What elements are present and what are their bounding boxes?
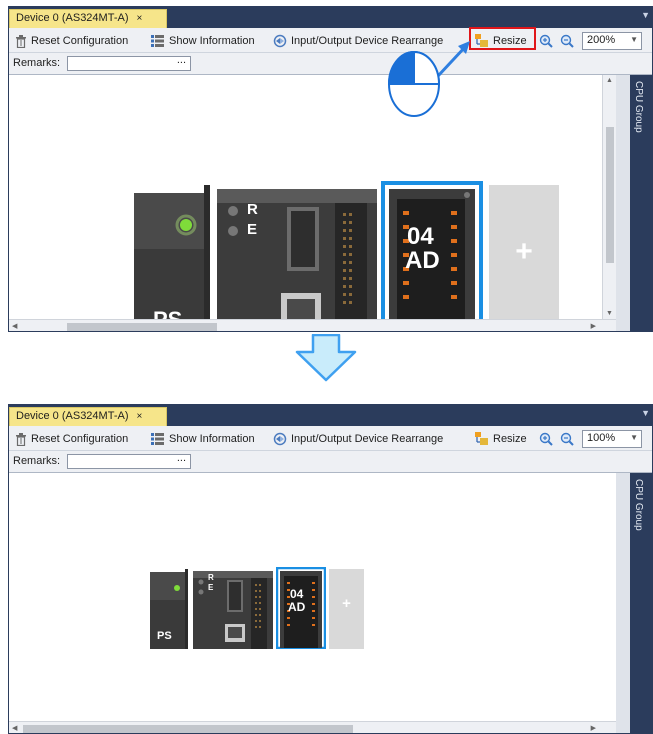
chevron-down-icon: ▼ xyxy=(630,433,638,442)
cpu-module[interactable] xyxy=(193,568,275,649)
rearrange-icon xyxy=(273,432,287,446)
cpu-group-label: CPU Group xyxy=(633,81,644,133)
mouse-icon xyxy=(387,41,470,117)
show-information-button[interactable]: Show Information xyxy=(151,33,255,49)
remarks-input[interactable]: ... xyxy=(67,54,191,71)
tab-device-0[interactable]: Device 0 (AS324MT-A) × xyxy=(9,9,167,28)
io-device-rearrange-label: Input/Output Device Rearrange xyxy=(291,433,444,445)
cpu-group-panel[interactable]: CPU Group xyxy=(630,75,652,331)
module-04-label: 04 xyxy=(290,587,304,601)
horizontal-scroll-thumb[interactable] xyxy=(67,323,217,331)
tab-close-button[interactable]: × xyxy=(136,13,142,24)
module-ad-label: AD xyxy=(288,600,306,614)
power-led-icon xyxy=(174,585,180,591)
module-ad-label: AD xyxy=(405,247,440,274)
scroll-left-icon[interactable]: ◀ xyxy=(12,724,17,732)
cpu-r-label: R xyxy=(247,201,258,218)
list-icon xyxy=(151,433,164,445)
cpu-e-label: E xyxy=(247,221,258,238)
tab-close-button[interactable]: × xyxy=(136,411,142,422)
cpu-group-label: CPU Group xyxy=(633,479,644,531)
zoom-select[interactable]: 100% ▼ xyxy=(582,430,642,448)
cpu-e-label: E xyxy=(208,583,214,592)
remarks-label: Remarks: xyxy=(13,455,61,467)
plus-icon: + xyxy=(342,595,351,612)
remarks-row: Remarks: ... xyxy=(9,53,652,75)
arrow-down-icon xyxy=(295,334,357,382)
zoom-select[interactable]: 200% ▼ xyxy=(582,32,642,50)
zoom-in-icon xyxy=(539,34,553,48)
reset-configuration-button[interactable]: Reset Configuration xyxy=(15,431,128,447)
rearrange-icon xyxy=(273,34,287,48)
chevron-down-icon: ▼ xyxy=(630,35,638,44)
zoom-out-button[interactable] xyxy=(560,33,574,49)
device-window-resized: Device 0 (AS324MT-A) × ▼ Reset Configurat… xyxy=(8,404,653,734)
remarks-browse-button[interactable]: ... xyxy=(177,452,186,464)
toolbar: Reset Configuration Show Information Inp… xyxy=(9,28,652,53)
trash-icon xyxy=(16,432,26,446)
zoom-out-icon xyxy=(560,432,574,446)
remarks-browse-button[interactable]: ... xyxy=(177,54,186,66)
hardware-canvas[interactable]: PS xyxy=(9,75,616,332)
cpu-r-label: R xyxy=(208,573,214,582)
vertical-scroll-thumb[interactable] xyxy=(606,127,614,263)
scroll-right-icon[interactable]: ▶ xyxy=(591,322,596,330)
add-module-button[interactable]: + xyxy=(329,569,364,649)
tab-bar: Device 0 (AS324MT-A) × ▼ xyxy=(9,405,652,426)
cpu-group-panel[interactable]: CPU Group xyxy=(630,473,652,733)
zoom-in-button[interactable] xyxy=(539,33,553,49)
tab-dropdown-icon[interactable]: ▼ xyxy=(641,10,650,20)
resize-button[interactable]: Resize xyxy=(475,431,527,447)
scroll-left-icon[interactable]: ◀ xyxy=(12,322,17,330)
device-window-zoomed: Device 0 (AS324MT-A) × ▼ Reset Configurat… xyxy=(8,6,653,332)
tab-label: Device 0 (AS324MT-A) xyxy=(16,12,129,24)
resize-icon xyxy=(475,432,488,445)
zoom-value: 200% xyxy=(587,34,616,46)
hardware-canvas[interactable]: PS R E 04 AD + ◀ ▶ xyxy=(9,473,616,733)
power-led-icon xyxy=(180,219,192,231)
list-icon xyxy=(151,35,164,47)
toolbar: Reset Configuration Show Information Inp… xyxy=(9,426,652,451)
zoom-in-button[interactable] xyxy=(539,431,553,447)
zoom-value: 100% xyxy=(587,432,616,444)
trash-icon xyxy=(16,34,26,48)
resize-label: Resize xyxy=(493,433,527,445)
scroll-right-icon[interactable]: ▶ xyxy=(591,724,596,732)
reset-configuration-label: Reset Configuration xyxy=(31,433,129,445)
zoom-out-icon xyxy=(560,34,574,48)
io-device-rearrange-button[interactable]: Input/Output Device Rearrange xyxy=(273,431,443,447)
plus-icon: + xyxy=(515,235,533,268)
remarks-label: Remarks: xyxy=(13,57,61,69)
show-information-label: Show Information xyxy=(169,35,255,47)
zoom-out-button[interactable] xyxy=(560,431,574,447)
remarks-input[interactable]: ... xyxy=(67,452,191,469)
ps-label: PS xyxy=(157,630,172,642)
show-information-button[interactable]: Show Information xyxy=(151,431,255,447)
tab-device-0[interactable]: Device 0 (AS324MT-A) × xyxy=(9,407,167,426)
scroll-up-icon[interactable]: ▲ xyxy=(606,77,613,84)
remarks-row: Remarks: ... xyxy=(9,451,652,473)
horizontal-scroll-thumb[interactable] xyxy=(23,725,353,733)
horizontal-scrollbar[interactable]: ◀ ▶ xyxy=(9,319,616,331)
tab-label: Device 0 (AS324MT-A) xyxy=(16,410,129,422)
scroll-down-icon[interactable]: ▼ xyxy=(606,310,613,317)
tab-dropdown-icon[interactable]: ▼ xyxy=(641,408,650,418)
horizontal-scrollbar[interactable]: ◀ ▶ xyxy=(9,721,616,733)
show-information-label: Show Information xyxy=(169,433,255,445)
tab-bar: Device 0 (AS324MT-A) × ▼ xyxy=(9,7,652,28)
add-module-button[interactable]: + xyxy=(489,185,559,331)
reset-configuration-label: Reset Configuration xyxy=(31,35,129,47)
reset-configuration-button[interactable]: Reset Configuration xyxy=(15,33,128,49)
cpu-module[interactable] xyxy=(217,183,381,332)
zoom-in-icon xyxy=(539,432,553,446)
vertical-scrollbar[interactable]: ▲ ▼ xyxy=(602,75,616,319)
